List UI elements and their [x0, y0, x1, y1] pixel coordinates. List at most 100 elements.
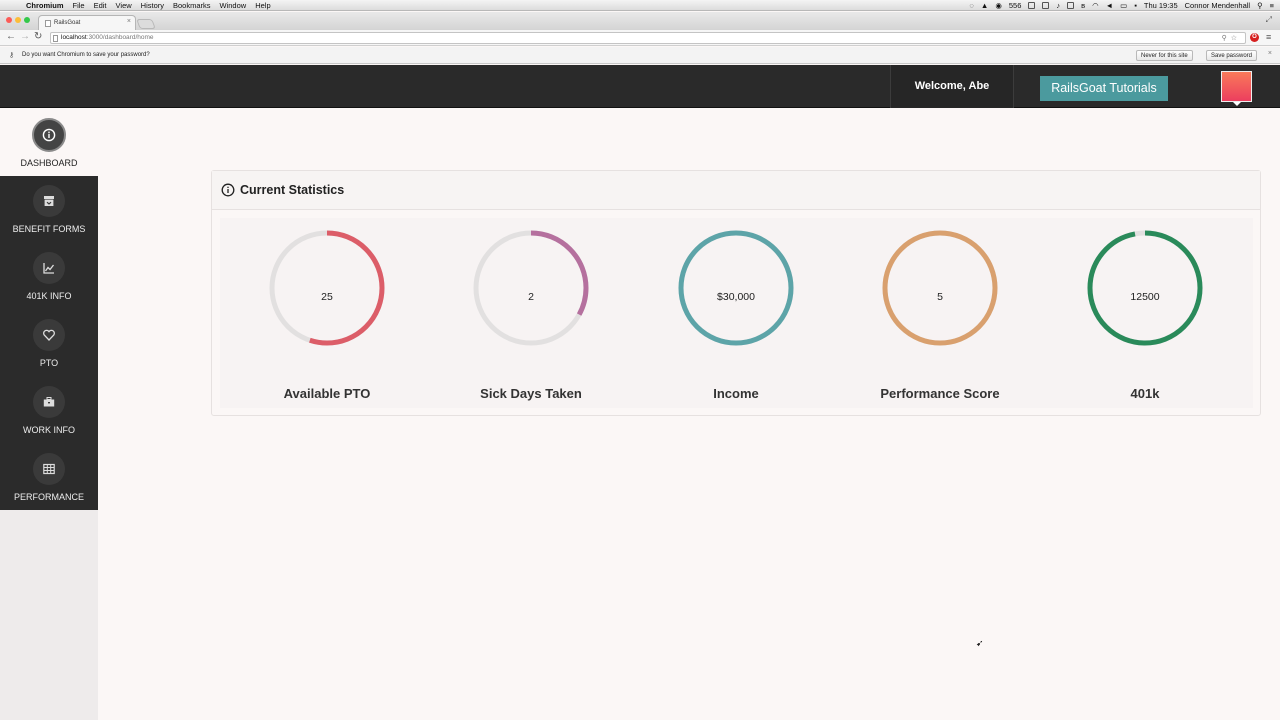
gauge-dial: [882, 230, 998, 346]
menu-bookmarks[interactable]: Bookmarks: [173, 1, 211, 10]
status-count[interactable]: 556: [1009, 1, 1022, 10]
bookmark-star-icon[interactable]: ☆: [1231, 34, 1237, 42]
gauge-label: Available PTO: [283, 386, 371, 401]
clock[interactable]: Thu 19:35: [1144, 1, 1178, 10]
page-icon: [53, 35, 58, 42]
fullscreen-icon[interactable]: ⤢: [1266, 15, 1272, 25]
gauge-income: $30,000 Income: [636, 218, 836, 408]
status-icon[interactable]: [1067, 1, 1075, 9]
status-icon[interactable]: [1042, 1, 1050, 9]
gauge-dial: [269, 230, 385, 346]
chart-icon: [33, 252, 65, 284]
new-tab-button[interactable]: [136, 19, 156, 29]
gauge-label: Performance Score: [880, 386, 1000, 401]
sidebar-item-pto[interactable]: PTO: [0, 310, 98, 377]
gauge-401k: 12500 401k: [1045, 218, 1245, 408]
menu-help[interactable]: Help: [255, 1, 270, 10]
os-menubar: Chromium File Edit View History Bookmark…: [0, 0, 1280, 11]
bluetooth-icon[interactable]: ʙ: [1081, 1, 1085, 10]
gauge-performance-score: 5 Performance Score: [840, 218, 1040, 408]
menu-edit[interactable]: Edit: [94, 1, 107, 10]
sidebar-item-label: WORK INFO: [23, 425, 75, 435]
sidebar-item-label: DASHBOARD: [20, 158, 78, 168]
browser-tab[interactable]: RailsGoat ×: [38, 15, 136, 30]
gauges-row: 25 Available PTO 2 Sick Days Taken $30,0…: [220, 218, 1253, 408]
sidebar-item-dashboard[interactable]: DASHBOARD: [0, 109, 98, 176]
status-icon[interactable]: ◌: [969, 1, 973, 10]
sidebar-item-label: 401K INFO: [26, 291, 72, 301]
sidebar-item-label: BENEFIT FORMS: [12, 224, 86, 234]
status-icon[interactable]: ◉: [995, 1, 1002, 10]
archive-icon: [33, 185, 65, 217]
browser-toolbar: ← → ↻ localhost:3000/dashboard/home ⚲ ☆: [0, 30, 1280, 46]
panel-title: Current Statistics: [240, 183, 345, 197]
spotlight-icon[interactable]: ⚲: [1257, 1, 1263, 10]
browser-menu-icon[interactable]: ≡: [1266, 32, 1271, 42]
app-header: Welcome, Abe RailsGoat Tutorials: [0, 65, 1280, 108]
address-bar[interactable]: localhost:3000/dashboard/home ⚲ ☆: [50, 32, 1246, 44]
sidebar-item-401k-info[interactable]: 401K INFO: [0, 243, 98, 310]
heart-icon: [33, 319, 65, 351]
url-path: :3000/dashboard/home: [86, 34, 154, 41]
tab-title: RailsGoat: [54, 20, 81, 26]
gauge-label: Income: [713, 386, 759, 401]
gauge-value: 25: [321, 291, 333, 303]
gauge-label: 401k: [1130, 386, 1160, 401]
sidebar-item-work-info[interactable]: WORK INFO: [0, 377, 98, 444]
wifi-icon[interactable]: ◠: [1092, 1, 1099, 10]
user-name[interactable]: Connor Mendenhall: [1185, 1, 1250, 10]
close-window-button[interactable]: [6, 17, 12, 23]
gauge-dial: [473, 230, 589, 346]
reload-icon[interactable]: ↻: [34, 31, 42, 42]
flag-icon[interactable]: ▪: [1134, 1, 1137, 10]
menu-window[interactable]: Window: [220, 1, 247, 10]
gauge-value: $30,000: [717, 291, 755, 303]
browser-tabstrip: RailsGoat × ⤢: [0, 12, 1280, 30]
save-password-button[interactable]: Save password: [1206, 50, 1258, 61]
extension-icon[interactable]: O: [1250, 33, 1259, 42]
table-icon: [33, 453, 65, 485]
back-icon[interactable]: ←: [6, 31, 16, 42]
menu-file[interactable]: File: [73, 1, 85, 10]
gauge-progress-arc: [678, 230, 794, 346]
sidebar: DASHBOARD BENEFIT FORMS 401K INFO PTO WO…: [0, 109, 98, 720]
battery-icon[interactable]: ▭: [1120, 1, 1127, 10]
info-icon: [221, 183, 235, 197]
gauge-value: 2: [528, 291, 534, 303]
statistics-panel: Current Statistics 25 Available PTO 2 Si…: [211, 170, 1261, 416]
sidebar-item-benefit-forms[interactable]: BENEFIT FORMS: [0, 176, 98, 243]
close-tab-icon[interactable]: ×: [127, 18, 131, 25]
welcome-text[interactable]: Welcome, Abe: [890, 65, 1014, 108]
status-icon[interactable]: [1028, 1, 1036, 9]
chevron-down-icon[interactable]: [1233, 102, 1241, 106]
url-host: localhost: [61, 34, 87, 41]
info-icon: [32, 118, 66, 152]
volume-icon[interactable]: ◄: [1106, 1, 1113, 10]
gauge-progress-arc: [1087, 230, 1203, 346]
menu-chromium[interactable]: Chromium: [26, 1, 64, 10]
menu-view[interactable]: View: [116, 1, 132, 10]
close-infobar-icon[interactable]: ×: [1268, 50, 1272, 57]
status-icon[interactable]: ♪: [1056, 1, 1060, 10]
avatar[interactable]: [1221, 71, 1252, 102]
page-icon: [45, 20, 51, 27]
gauge-sick-days: 2 Sick Days Taken: [431, 218, 631, 408]
notification-icon[interactable]: ≡: [1270, 1, 1274, 10]
key-icon: ⚷: [9, 52, 15, 59]
panel-header: Current Statistics: [212, 171, 1260, 210]
sidebar-item-label: PTO: [39, 358, 59, 368]
gauge-available-pto: 25 Available PTO: [227, 218, 427, 408]
tutorials-button[interactable]: RailsGoat Tutorials: [1040, 76, 1168, 101]
sidebar-item-performance[interactable]: PERFORMANCE: [0, 444, 98, 511]
status-icon[interactable]: ▲: [981, 1, 988, 10]
gauge-value: 12500: [1130, 291, 1160, 303]
forward-icon[interactable]: →: [20, 31, 30, 42]
zoom-icon[interactable]: ⚲: [1222, 34, 1227, 42]
window-controls: [6, 17, 30, 23]
sidebar-item-label: PERFORMANCE: [13, 492, 84, 502]
menu-history[interactable]: History: [141, 1, 164, 10]
zoom-window-button[interactable]: [24, 17, 30, 23]
minimize-window-button[interactable]: [15, 17, 21, 23]
never-save-button[interactable]: Never for this site: [1136, 50, 1193, 61]
infobar-message: Do you want Chromium to save your passwo…: [22, 52, 150, 58]
